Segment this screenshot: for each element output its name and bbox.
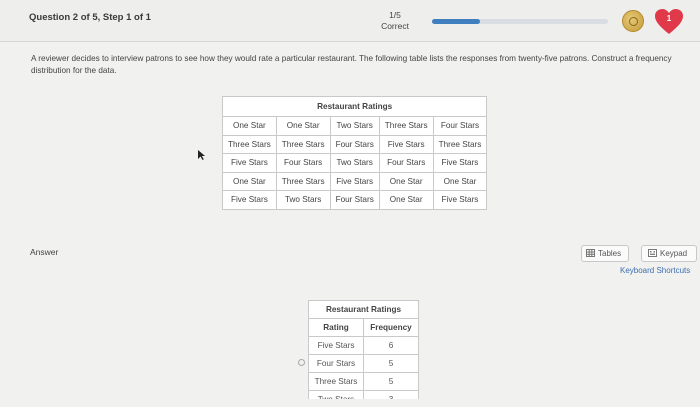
tables-button-label: Tables [598,249,622,258]
rating-column-header: Rating [308,318,364,337]
table-cell: Four Stars [329,190,380,210]
table-cell: Four Stars [275,153,331,173]
table-cell: Five Stars [432,190,488,210]
table-cell: One Star [222,171,277,191]
tables-button[interactable]: Tables [581,245,629,262]
table-cell: Four Stars [329,134,380,154]
table-cell: Five Stars [378,134,434,154]
frequency-cell[interactable]: 5 [363,354,419,373]
row-marker-icon [298,359,305,366]
frequency-table: Restaurant Ratings Rating Frequency Five… [308,300,419,407]
score-status: 1/5 Correct [375,10,415,32]
score-status-text: Correct [381,21,409,31]
ratings-table-title: Restaurant Ratings [221,96,488,117]
table-row: Three Stars Three Stars Four Stars Five … [222,134,488,154]
table-cell: One Star [222,116,277,136]
table-cell: Three Stars [378,116,434,136]
keyboard-shortcuts-link[interactable]: Keyboard Shortcuts [620,266,690,275]
frequency-column-header: Frequency [363,318,419,337]
table-cell: Five Stars [222,190,277,210]
table-cell: One Star [275,116,331,136]
ratings-data-table: Restaurant Ratings One Star One Star Two… [221,96,488,210]
table-cell: One Star [432,171,488,191]
rating-cell: Three Stars [308,372,364,391]
table-cell: Three Stars [275,134,331,154]
question-header: Question 2 of 5, Step 1 of 1 1/5 Correct… [0,0,700,42]
table-row: One Star One Star Two Stars Three Stars … [222,116,488,136]
table-cell: Two Stars [275,190,331,210]
hearts-count: 1 [666,14,672,23]
rating-cell: Five Stars [308,336,364,355]
keypad-button[interactable]: Keypad [641,245,697,262]
table-cell: Three Stars [432,134,488,154]
progress-bar [432,19,608,24]
frequency-cell[interactable]: 6 [363,336,419,355]
table-cell: Three Stars [222,134,277,154]
table-row: Five Stars Two Stars Four Stars One Star… [222,190,488,210]
table-row: Five Stars Four Stars Two Stars Four Sta… [222,153,488,173]
keypad-button-label: Keypad [660,249,688,258]
keypad-icon [648,249,657,257]
table-row: Four Stars 5 [308,354,419,373]
question-label: Question 2 of 5, Step 1 of 1 [29,12,151,23]
mouse-cursor-icon [198,150,205,160]
coin-icon[interactable] [622,10,644,32]
table-row: Five Stars 6 [308,336,419,355]
table-cell: One Star [378,171,434,191]
table-row: One Star Three Stars Five Stars One Star… [222,171,488,191]
table-icon [586,249,595,257]
table-cell: Four Stars [432,116,488,136]
frequency-table-title: Restaurant Ratings [308,300,419,319]
table-row: Three Stars 5 [308,372,419,391]
viewport-bottom-edge [0,399,700,407]
table-cell: Two Stars [329,153,380,173]
heart-icon[interactable]: 1 [654,8,684,36]
table-cell: Three Stars [275,171,331,191]
table-cell: One Star [378,190,434,210]
table-cell: Two Stars [329,116,380,136]
table-cell: Five Stars [432,153,488,173]
frequency-cell[interactable]: 5 [363,372,419,391]
score-value: 1/5 [389,10,401,20]
answer-label: Answer [30,247,59,257]
table-cell: Four Stars [378,153,434,173]
progress-fill [432,19,480,24]
question-prompt: A reviewer decides to interview patrons … [31,54,672,75]
rating-cell: Four Stars [308,354,364,373]
table-cell: Five Stars [222,153,277,173]
table-cell: Five Stars [329,171,380,191]
